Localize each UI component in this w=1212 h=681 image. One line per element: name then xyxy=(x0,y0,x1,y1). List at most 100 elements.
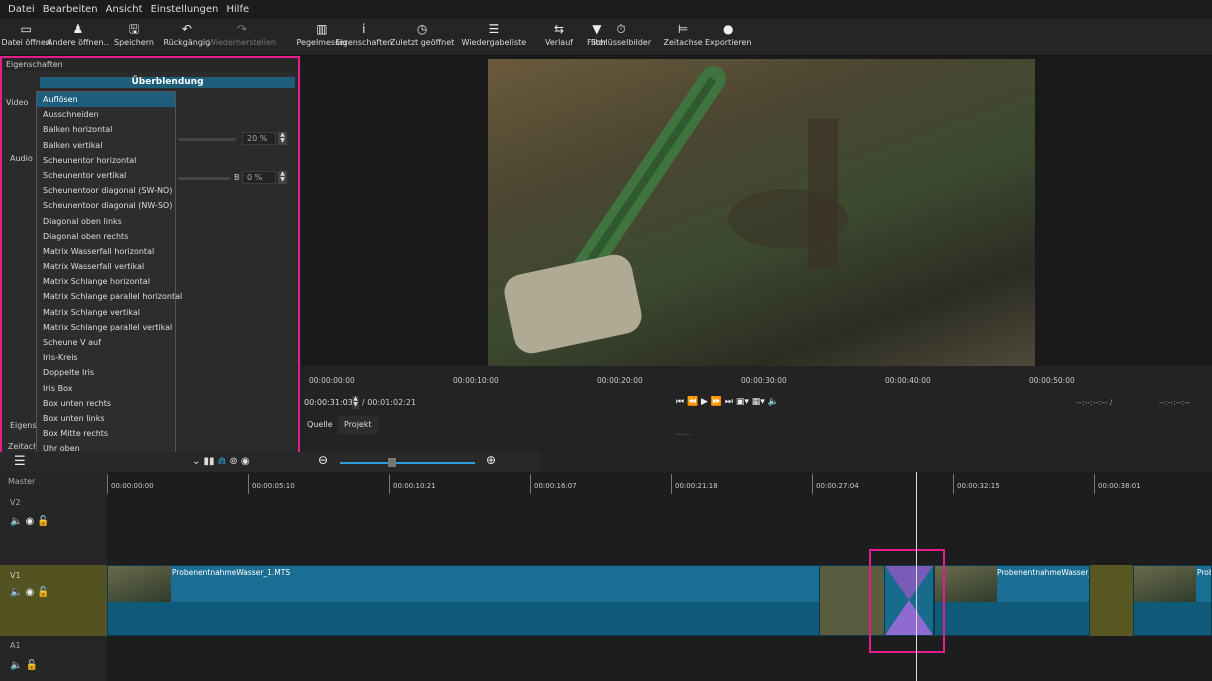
transition-option[interactable]: Box Mitte rechts xyxy=(37,426,175,441)
toolbar-label: Schlüsselbilder xyxy=(591,38,652,47)
toolbar-undo-button[interactable]: ↶ Rückgängig xyxy=(164,21,211,47)
clip-2[interactable]: ProbenentnahmeWasser_3 xyxy=(934,565,1090,636)
transition-option[interactable]: Ausschneiden xyxy=(37,107,175,122)
people-icon: ♟ xyxy=(72,22,84,36)
toolbar-list-button[interactable]: ☰ Wiedergabeliste xyxy=(462,21,527,47)
menu-ansicht[interactable]: Ansicht xyxy=(106,4,143,15)
viewer-ruler-label: 00:00:00:00 xyxy=(309,376,355,385)
zoom-slider-handle[interactable] xyxy=(388,458,396,467)
timeline-ruler[interactable]: 00:00:00:00 00:00:05:10 00:00:10:21 00:00:1… xyxy=(107,472,1212,494)
toolbar-redo-button[interactable]: ↷ Wiederherstellen xyxy=(208,21,276,47)
zoom-out-icon[interactable]: ⊖ xyxy=(318,453,328,467)
toolbar-monitor-button[interactable]: ▭ Datei öffnen xyxy=(2,21,51,47)
zoom-in-icon[interactable]: ⊕ xyxy=(486,453,496,467)
transition-option[interactable]: Box unten rechts xyxy=(37,396,175,411)
transition-option[interactable]: Scheune V auf xyxy=(37,335,175,350)
transition-dropdown-list[interactable]: Auflösen Ausschneiden Balken horizontal Bal… xyxy=(36,91,182,470)
menu-bearbeiten[interactable]: Bearbeiten xyxy=(43,4,98,15)
track-gap xyxy=(1090,565,1133,636)
toolbar-label: Zeitachse xyxy=(663,38,703,47)
zoom-slider[interactable] xyxy=(340,462,475,464)
clip-3-name: Prob xyxy=(1197,568,1211,577)
transition-option[interactable]: Doppelte Iris xyxy=(37,365,175,380)
transition-title: Überblendung xyxy=(40,77,295,88)
softness-value[interactable]: 20 % xyxy=(242,132,276,145)
clip-3-thumbnail xyxy=(1134,566,1196,602)
transition-option[interactable]: Matrix Schlange horizontal xyxy=(37,274,175,289)
toolbar-people-button[interactable]: ♟ Andere öffnen.. xyxy=(47,21,109,47)
timecode-spin-button[interactable]: ▲ ▼ xyxy=(352,396,359,409)
save-icon: 🖫 xyxy=(128,22,140,36)
splitter-handle[interactable]: ...... xyxy=(676,428,691,437)
transition-option[interactable]: Scheunentor vertikal xyxy=(37,168,175,183)
v1-track-controls[interactable]: 🔈◉🔓 xyxy=(10,587,53,598)
transition-option[interactable]: Matrix Schlange parallel vertikal xyxy=(37,320,175,335)
menu-einstellungen[interactable]: Einstellungen xyxy=(151,4,219,15)
video-label: Video xyxy=(6,98,29,107)
undo-icon: ↶ xyxy=(181,22,192,36)
transition-option[interactable]: Diagonal oben links xyxy=(37,214,175,229)
transition-option[interactable]: Matrix Wasserfall vertikal xyxy=(37,259,175,274)
audio-value[interactable]: 0 % xyxy=(242,171,276,184)
toolbar-stopwatch-button[interactable]: ⏱ Schlüsselbilder xyxy=(591,21,651,47)
monitor-icon: ▭ xyxy=(20,22,32,36)
transport-controls[interactable]: ⏮ ⏪ ▶ ⏩ ⏭ ▣▾ ▦▾ 🔈 xyxy=(676,397,779,407)
viewer-ruler[interactable]: 00:00:00:00 00:00:10:00 00:00:20:00 00:00:3… xyxy=(301,368,1212,390)
viewer-ruler-label: 00:00:40:00 xyxy=(885,376,931,385)
softness-slider[interactable] xyxy=(178,138,236,141)
menu-hilfe[interactable]: Hilfe xyxy=(226,4,249,15)
timecode-current[interactable]: 00:00:31:03 xyxy=(304,398,353,407)
audio-slider[interactable] xyxy=(178,177,230,180)
timecode-duration: / 00:01:02:21 xyxy=(362,398,417,407)
clip-1-name: ProbenentnahmeWasser_1.MTS xyxy=(172,568,291,577)
transition-option[interactable]: Iris-Kreis xyxy=(37,350,175,365)
tab-source[interactable]: Quelle xyxy=(301,416,339,434)
clip-1[interactable]: ProbenentnahmeWasser_1.MTS xyxy=(107,565,885,636)
v2-track-controls[interactable]: 🔈◉🔓 xyxy=(10,516,53,527)
transition-option[interactable]: Matrix Schlange parallel horizontal xyxy=(37,289,182,304)
audio-spin-button[interactable]: ▲ ▼ xyxy=(278,171,287,184)
toolbar-export-button[interactable]: ● Exportieren xyxy=(705,21,751,47)
toolbar-timeline-button[interactable]: ⊨ Zeitachse xyxy=(664,21,703,47)
transition-option[interactable]: Scheunentoor diagonal (SW-NO) xyxy=(37,183,175,198)
clip-3[interactable]: Prob xyxy=(1133,565,1212,636)
tab-project[interactable]: Projekt xyxy=(338,416,378,434)
transition-highlight-box xyxy=(869,549,945,653)
properties-tab[interactable]: Eigens xyxy=(10,421,37,430)
transition-option[interactable]: Diagonal oben rechts xyxy=(37,229,175,244)
transition-option[interactable]: Iris Box xyxy=(37,381,175,396)
timeline-ruler-label: 00:00:05:10 xyxy=(248,474,295,494)
transition-option[interactable]: Matrix Schlange vertikal xyxy=(37,305,175,320)
toolbar-info-button[interactable]: i Eigenschaften xyxy=(336,21,393,47)
toolbar-label: Wiederherstellen xyxy=(208,38,276,47)
transport-bar: 00:00:31:03 ▲ ▼ / 00:01:02:21 ⏮ ⏪ ▶ ⏩ ⏭ ▣… xyxy=(301,392,1212,412)
toolbar-label: Wiedergabeliste xyxy=(461,38,527,47)
toolbar-label: Exportieren xyxy=(705,38,752,47)
properties-header: Eigenschaften xyxy=(2,58,298,71)
toolbar-history-button[interactable]: ⇆ Verlauf xyxy=(545,21,573,47)
timeline-menu-icon[interactable]: ☰ xyxy=(14,454,26,469)
in-point: --:--:--:-- / xyxy=(1076,398,1113,407)
redo-icon: ↷ xyxy=(236,22,248,36)
transition-option[interactable]: Scheunentor horizontal xyxy=(37,153,175,168)
transition-option[interactable]: Scheunentoor diagonal (NW-SO) xyxy=(37,198,175,213)
softness-spin-button[interactable]: ▲ ▼ xyxy=(278,132,287,145)
timeline-ruler-label: 00:00:27:04 xyxy=(812,474,859,494)
toolbar-label: Rückgängig xyxy=(163,38,211,47)
transition-option[interactable]: Balken vertikal xyxy=(37,138,175,153)
a1-track-controls[interactable]: 🔈🔓 xyxy=(10,660,41,671)
viewer-ruler-label: 00:00:30:00 xyxy=(741,376,787,385)
menu-bar: Datei Bearbeiten Ansicht Einstellungen H… xyxy=(0,0,1212,19)
timeline-playhead[interactable] xyxy=(916,472,917,681)
menu-datei[interactable]: Datei xyxy=(8,4,35,15)
transition-option[interactable]: Auflösen xyxy=(37,92,175,108)
toolbar-save-button[interactable]: 🖫 Speichern xyxy=(114,21,154,47)
clip-2-name: ProbenentnahmeWasser_3 xyxy=(997,568,1090,577)
toolbar-clock-button[interactable]: ◷ Zuletzt geöffnet xyxy=(390,21,454,47)
toolbar-label: Verlauf xyxy=(545,38,574,47)
transition-option[interactable]: Matrix Wasserfall horizontal xyxy=(37,244,175,259)
timeline-tool-icons[interactable]: ⌄ ▮▮ ⋒ ⊚ ◉ xyxy=(192,456,250,467)
timeline-ruler-label: 00:00:21:18 xyxy=(671,474,718,494)
transition-option[interactable]: Balken horizontal xyxy=(37,122,175,137)
transition-option[interactable]: Box unten links xyxy=(37,411,175,426)
